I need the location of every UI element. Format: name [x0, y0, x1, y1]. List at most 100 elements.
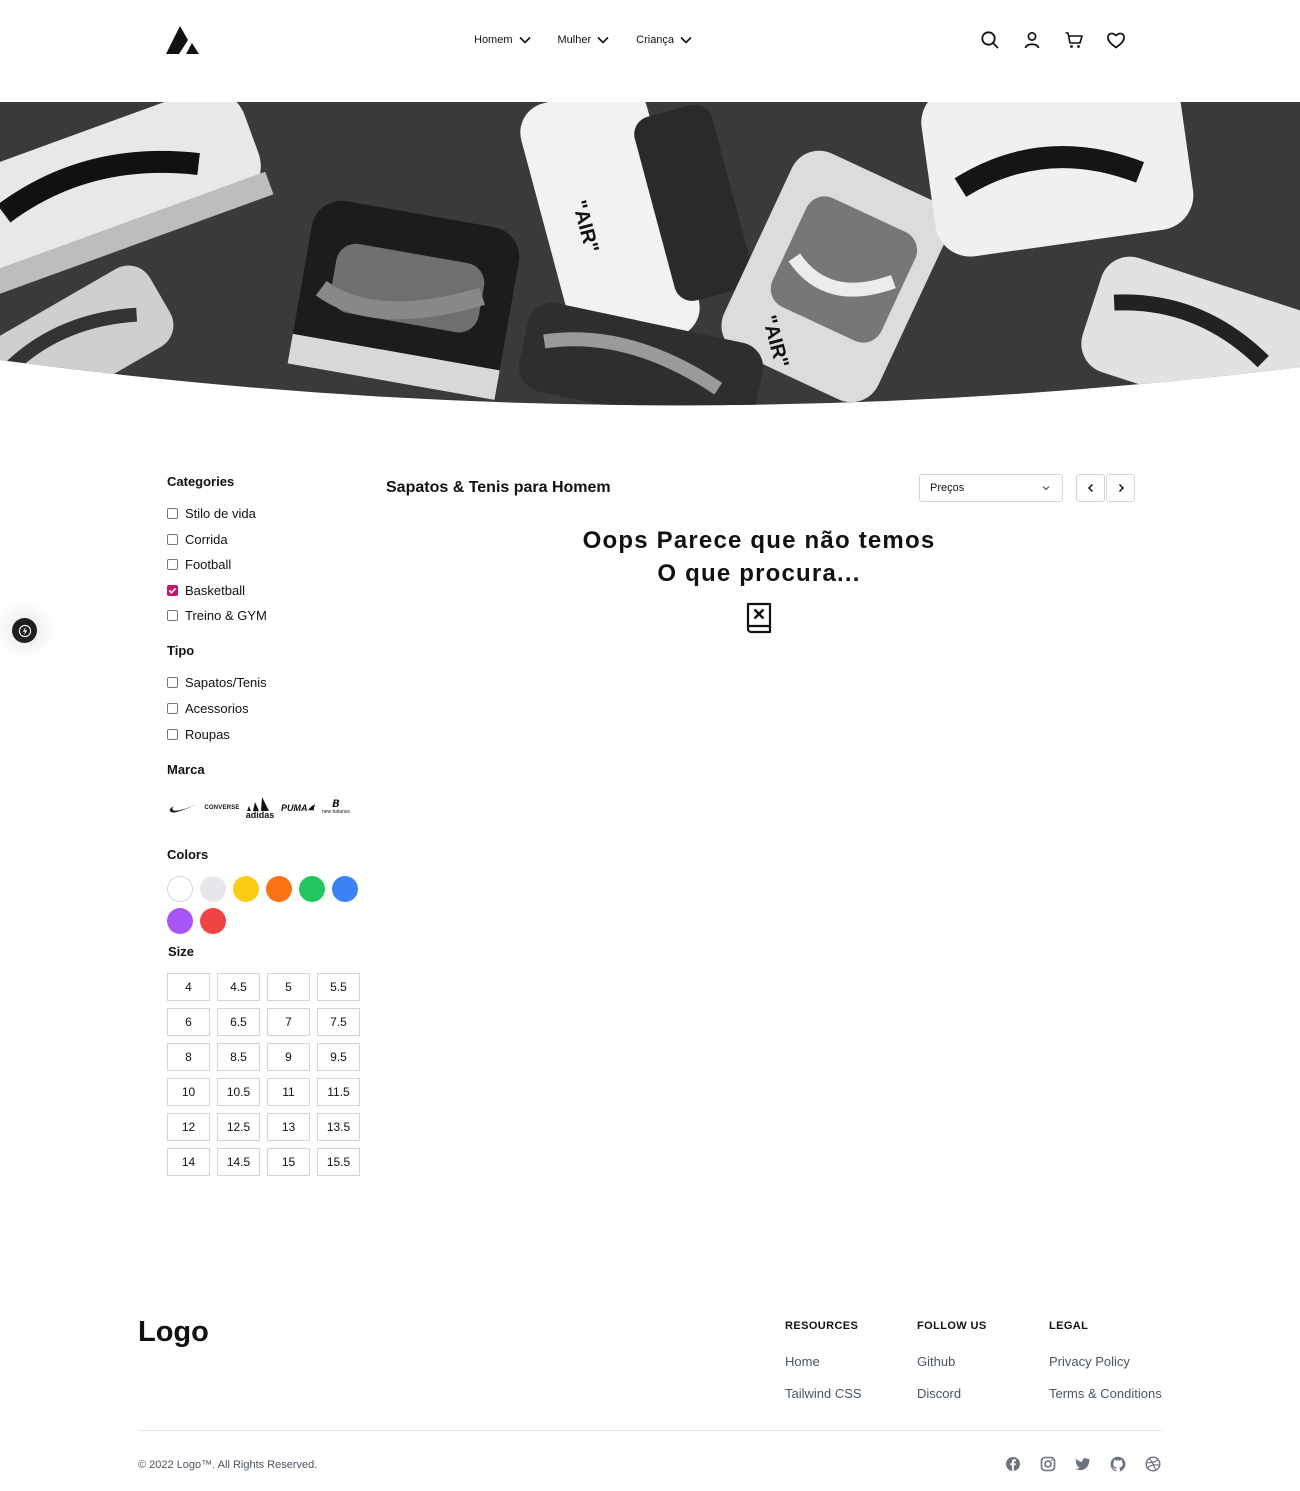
- adidas-logo[interactable]: adidas: [243, 795, 277, 821]
- nav-item-crianca[interactable]: Criança: [636, 30, 693, 50]
- puma-logo-text: PUMA: [281, 802, 308, 813]
- checkbox[interactable]: [167, 533, 178, 545]
- brand-logo-icon[interactable]: [166, 26, 200, 56]
- size-option[interactable]: 13: [267, 1112, 310, 1141]
- color-swatch-light-gray[interactable]: [200, 875, 226, 902]
- copyright-text: © 2022 Logo™. All Rights Reserved.: [138, 1459, 318, 1471]
- checkbox-label: Basketball: [185, 582, 245, 598]
- color-swatch-white[interactable]: [167, 875, 193, 902]
- github-icon[interactable]: [1110, 1456, 1126, 1472]
- floating-action-button[interactable]: [12, 618, 37, 643]
- brand-list: CONVERSE adidas PUMA 𝘽 new balance: [167, 795, 367, 821]
- sort-select[interactable]: Preços: [919, 474, 1063, 502]
- nav-label: Homem: [474, 34, 513, 46]
- size-option[interactable]: 10: [167, 1077, 210, 1106]
- check-icon: [168, 587, 177, 594]
- size-option[interactable]: 10.5: [217, 1077, 260, 1106]
- converse-logo-text: CONVERSE: [204, 804, 240, 811]
- nav-item-mulher[interactable]: Mulher: [558, 30, 611, 50]
- puma-logo[interactable]: PUMA: [281, 795, 315, 821]
- size-option[interactable]: 6.5: [217, 1007, 260, 1036]
- checkbox[interactable]: [167, 703, 178, 714]
- category-treino-gym[interactable]: Treino & GYM: [167, 603, 367, 629]
- type-list: Sapatos/Tenis Acessorios Roupas: [167, 670, 367, 748]
- footer-link-tailwind[interactable]: Tailwind CSS: [785, 1386, 862, 1418]
- size-option[interactable]: 13.5: [317, 1112, 360, 1141]
- converse-logo[interactable]: CONVERSE: [204, 795, 240, 821]
- size-option[interactable]: 8.5: [217, 1042, 260, 1071]
- checkbox[interactable]: [167, 610, 178, 622]
- type-acessorios[interactable]: Acessorios: [167, 696, 367, 722]
- size-option[interactable]: 7: [267, 1007, 310, 1036]
- dribbble-icon[interactable]: [1145, 1456, 1161, 1472]
- header-actions: [978, 28, 1146, 52]
- size-option[interactable]: 15: [267, 1147, 310, 1176]
- prev-page-button[interactable]: [1076, 474, 1105, 502]
- size-option[interactable]: 6: [167, 1007, 210, 1036]
- lightning-icon: [18, 624, 31, 637]
- checkbox-label: Sapatos/Tenis: [185, 675, 267, 690]
- site-header: Homem Mulher Criança: [0, 0, 1300, 102]
- checkbox-label: Treino & GYM: [185, 608, 267, 624]
- facebook-icon[interactable]: [1005, 1456, 1021, 1472]
- nav-item-homem[interactable]: Homem: [474, 30, 532, 50]
- instagram-icon[interactable]: [1040, 1456, 1056, 1472]
- search-icon[interactable]: [978, 28, 1002, 52]
- empty-state-line-2: O que procura...: [657, 560, 861, 587]
- size-option[interactable]: 15.5: [317, 1147, 360, 1176]
- footer-link-home[interactable]: Home: [785, 1354, 862, 1386]
- color-swatch-orange[interactable]: [266, 875, 292, 902]
- size-option[interactable]: 8: [167, 1042, 210, 1071]
- category-football[interactable]: Football: [167, 552, 367, 578]
- twitter-icon[interactable]: [1075, 1456, 1091, 1472]
- colors-title: Colors: [167, 846, 209, 862]
- checkbox-checked[interactable]: [167, 584, 178, 596]
- user-icon[interactable]: [1020, 28, 1044, 52]
- size-option[interactable]: 11: [267, 1077, 310, 1106]
- footer-divider: [138, 1430, 1162, 1431]
- color-swatch-green[interactable]: [299, 875, 325, 902]
- size-option[interactable]: 4.5: [217, 972, 260, 1001]
- type-roupas[interactable]: Roupas: [167, 722, 367, 748]
- checkbox-label: Stilo de vida: [185, 506, 256, 522]
- checkbox[interactable]: [167, 729, 178, 740]
- cart-icon[interactable]: [1062, 28, 1086, 52]
- size-option[interactable]: 12: [167, 1112, 210, 1141]
- checkbox[interactable]: [167, 508, 178, 520]
- size-option[interactable]: 7.5: [317, 1007, 360, 1036]
- social-links: [1005, 1456, 1161, 1472]
- categories-list: Stilo de vida Corrida Football Basketbal…: [167, 501, 367, 629]
- new-balance-logo[interactable]: 𝘽 new balance: [319, 795, 353, 821]
- size-option[interactable]: 4: [167, 972, 210, 1001]
- adidas-logo-text: adidas: [245, 809, 275, 820]
- new-balance-logo-text: new balance: [321, 809, 351, 815]
- type-sapatos-tenis[interactable]: Sapatos/Tenis: [167, 670, 367, 696]
- footer-logo[interactable]: Logo: [138, 1316, 209, 1349]
- checkbox[interactable]: [167, 677, 178, 688]
- size-option[interactable]: 5: [267, 972, 310, 1001]
- size-option[interactable]: 14: [167, 1147, 210, 1176]
- size-option[interactable]: 11.5: [317, 1077, 360, 1106]
- footer-column-heading: FOLLOW US: [917, 1320, 987, 1332]
- color-swatch-blue[interactable]: [332, 875, 358, 902]
- footer-column-heading: LEGAL: [1049, 1320, 1089, 1332]
- footer-link-github[interactable]: Github: [917, 1354, 987, 1386]
- color-swatch-yellow[interactable]: [233, 875, 259, 902]
- footer-link-discord[interactable]: Discord: [917, 1386, 987, 1418]
- size-option[interactable]: 9: [267, 1042, 310, 1071]
- category-corrida[interactable]: Corrida: [167, 527, 367, 553]
- heart-icon[interactable]: [1104, 28, 1128, 52]
- next-page-button[interactable]: [1106, 474, 1135, 502]
- footer-link-terms[interactable]: Terms & Conditions: [1049, 1386, 1162, 1418]
- color-swatch-red[interactable]: [200, 907, 226, 934]
- category-stilo-de-vida[interactable]: Stilo de vida: [167, 501, 367, 527]
- size-option[interactable]: 5.5: [317, 972, 360, 1001]
- footer-link-privacy[interactable]: Privacy Policy: [1049, 1354, 1162, 1386]
- size-option[interactable]: 14.5: [217, 1147, 260, 1176]
- checkbox[interactable]: [167, 559, 178, 571]
- color-swatch-purple[interactable]: [167, 907, 193, 934]
- category-basketball[interactable]: Basketball: [167, 578, 367, 604]
- nike-logo[interactable]: [167, 795, 201, 821]
- size-option[interactable]: 9.5: [317, 1042, 360, 1071]
- size-option[interactable]: 12.5: [217, 1112, 260, 1141]
